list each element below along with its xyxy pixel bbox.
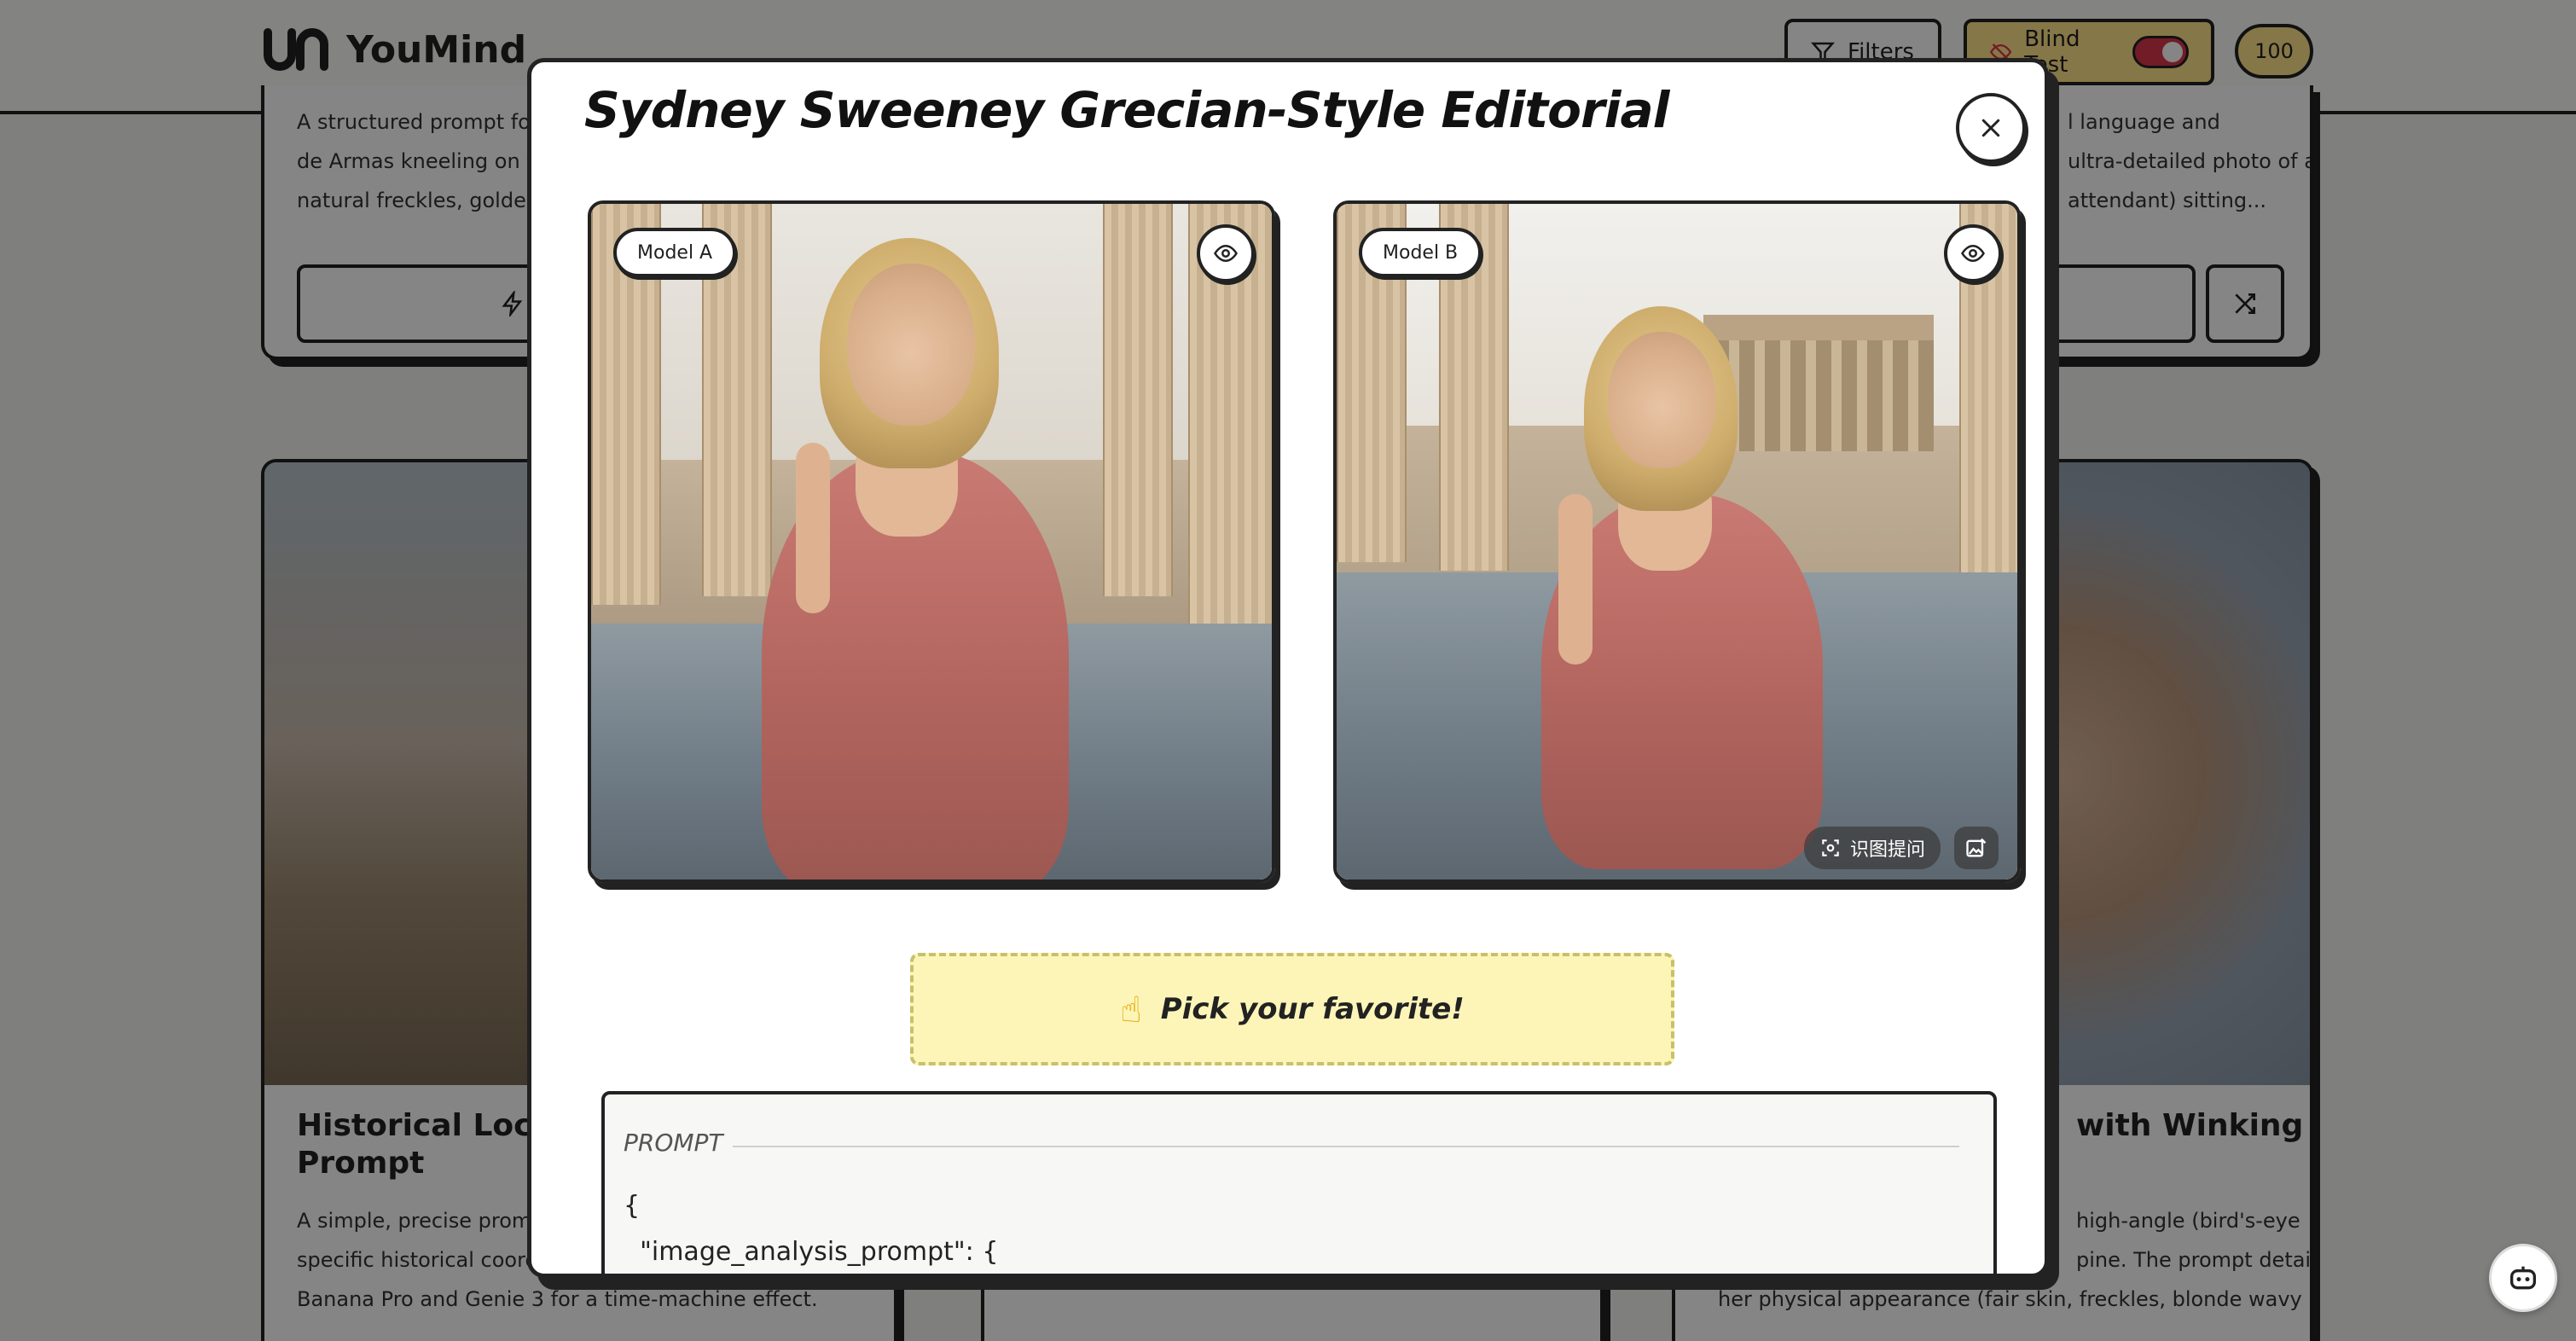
pick-favorite-text: Pick your favorite! — [1160, 992, 1465, 1026]
image-question-label: 识图提问 — [1850, 839, 1926, 861]
prompt-label: PROMPT — [624, 1129, 723, 1157]
image-question-button[interactable]: 识图提问 — [1804, 827, 1941, 869]
prompt-text[interactable]: { "image_analysis_prompt": { — [624, 1183, 998, 1274]
assistant-button[interactable] — [2489, 1244, 2557, 1312]
prompt-panel: PROMPT { "image_analysis_prompt": { — [601, 1091, 1997, 1274]
model-a-image-card[interactable]: Model A — [588, 200, 1275, 883]
model-b-label: Model B — [1359, 228, 1482, 277]
assistant-icon — [2510, 1266, 2536, 1290]
close-icon — [1981, 119, 2000, 137]
model-a-view-button[interactable] — [1197, 224, 1255, 282]
model-b-image-card[interactable]: Model B 识图提问 — [1333, 200, 2021, 883]
image-edit-button[interactable] — [1954, 827, 1999, 869]
model-a-label: Model A — [613, 228, 737, 277]
prompt-divider — [733, 1146, 1959, 1147]
modal-title: Sydney Sweeney Grecian-Style Editorial — [584, 81, 1670, 139]
model-b-view-button[interactable] — [1944, 224, 2002, 282]
scan-icon — [1822, 839, 1839, 856]
pick-favorite-banner: ☝ Pick your favorite! — [910, 953, 1674, 1065]
image-edit-icon — [1966, 838, 1987, 857]
eye-icon — [1961, 244, 1985, 263]
close-button[interactable] — [1956, 93, 2026, 163]
pointing-hand-icon: ☝ — [1120, 988, 1142, 1030]
blind-test-modal: Sydney Sweeney Grecian-Style Editorial M… — [527, 58, 2049, 1278]
eye-icon — [1214, 244, 1238, 263]
model-b-image — [1337, 204, 2017, 879]
model-a-image — [591, 204, 1272, 879]
